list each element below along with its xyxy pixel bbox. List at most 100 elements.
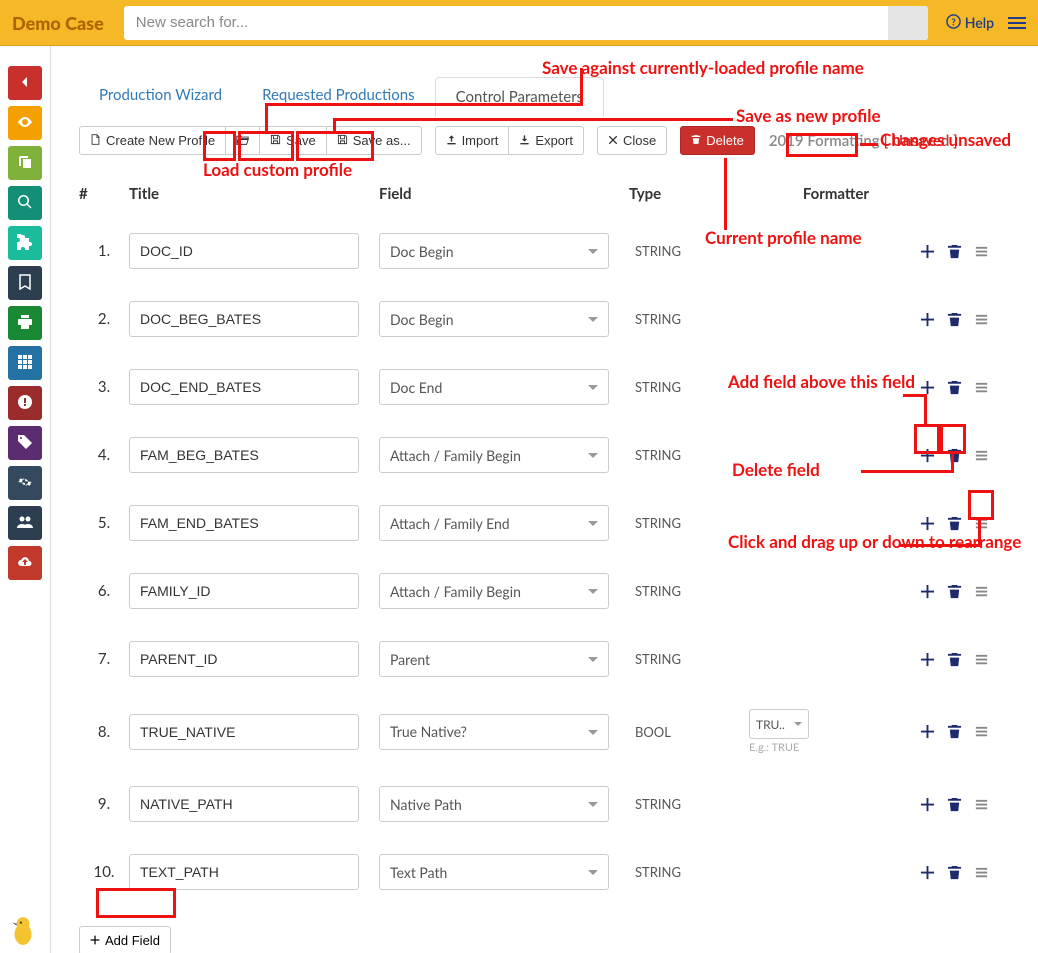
drag-handle[interactable]	[974, 244, 989, 259]
add-above-button[interactable]	[920, 865, 935, 880]
add-above-button[interactable]	[920, 448, 935, 463]
delete-button[interactable]: Delete	[680, 126, 755, 155]
import-button[interactable]: Import	[435, 126, 510, 155]
delete-row-button[interactable]	[947, 584, 962, 599]
title-input[interactable]	[129, 505, 359, 541]
add-field-button[interactable]: Add Field	[79, 926, 171, 953]
title-input[interactable]	[129, 786, 359, 822]
title-input[interactable]	[129, 369, 359, 405]
trash-icon	[947, 797, 962, 812]
users-icon	[17, 514, 33, 533]
tab-control-parameters[interactable]: Control Parameters	[435, 77, 604, 117]
field-select[interactable]: Doc End	[379, 369, 609, 405]
save-button[interactable]: Save	[259, 126, 327, 155]
tab-requested-productions[interactable]: Requested Productions	[242, 76, 435, 116]
title-input[interactable]	[129, 437, 359, 473]
field-select[interactable]: Doc Begin	[379, 233, 609, 269]
rows-container: 1. Doc Begin STRING 2. Doc Begin STRING …	[79, 217, 1018, 906]
trash-icon	[947, 380, 962, 395]
drag-handle[interactable]	[974, 652, 989, 667]
rail-tag-button[interactable]	[8, 426, 42, 460]
type-label: STRING	[629, 651, 749, 667]
table-row: 8. True Native? BOOL TRU.. E.g.: TRUE	[79, 693, 1018, 770]
drag-handle[interactable]	[974, 865, 989, 880]
delete-row-button[interactable]	[947, 652, 962, 667]
add-above-button[interactable]	[920, 724, 935, 739]
type-label: STRING	[629, 311, 749, 327]
rail-back-button[interactable]	[8, 66, 42, 100]
rail-copy-button[interactable]	[8, 146, 42, 180]
add-above-button[interactable]	[920, 312, 935, 327]
drag-handle[interactable]	[974, 724, 989, 739]
menu-button[interactable]	[1008, 14, 1026, 32]
delete-row-button[interactable]	[947, 312, 962, 327]
add-above-button[interactable]	[920, 244, 935, 259]
field-select[interactable]: Attach / Family Begin	[379, 573, 609, 609]
drag-handle[interactable]	[974, 797, 989, 812]
rail-gear-button[interactable]	[8, 466, 42, 500]
table-row: 7. Parent STRING	[79, 625, 1018, 693]
rail-grid-button[interactable]	[8, 346, 42, 380]
delete-row-button[interactable]	[947, 244, 962, 259]
export-button[interactable]: Export	[508, 126, 584, 155]
add-above-button[interactable]	[920, 380, 935, 395]
drag-handle[interactable]	[974, 312, 989, 327]
rail-search-button[interactable]	[8, 186, 42, 220]
field-select[interactable]: Attach / Family End	[379, 505, 609, 541]
search-button[interactable]	[888, 6, 928, 40]
title-input[interactable]	[129, 573, 359, 609]
field-select[interactable]: Attach / Family Begin	[379, 437, 609, 473]
add-above-button[interactable]	[920, 652, 935, 667]
rail-users-button[interactable]	[8, 506, 42, 540]
rail-puzzle-button[interactable]	[8, 226, 42, 260]
title-input[interactable]	[129, 854, 359, 890]
rail-print-button[interactable]	[8, 306, 42, 340]
field-select[interactable]: Parent	[379, 641, 609, 677]
col-num: #	[79, 185, 129, 203]
add-above-button[interactable]	[920, 516, 935, 531]
formatter-select[interactable]: TRU..	[749, 709, 809, 739]
delete-row-button[interactable]	[947, 380, 962, 395]
add-above-button[interactable]	[920, 584, 935, 599]
formatter-cell: TRU.. E.g.: TRUE	[749, 709, 879, 754]
title-input[interactable]	[129, 233, 359, 269]
title-input[interactable]	[129, 641, 359, 677]
drag-handle[interactable]	[974, 584, 989, 599]
tab-production-wizard[interactable]: Production Wizard	[79, 76, 242, 116]
delete-row-button[interactable]	[947, 724, 962, 739]
saveas-button[interactable]: Save as...	[326, 126, 422, 155]
rail-upload-button[interactable]	[8, 546, 42, 580]
create-profile-button[interactable]: Create New Profile	[79, 126, 226, 155]
table-row: 10. Text Path STRING	[79, 838, 1018, 906]
field-select[interactable]: Text Path	[379, 854, 609, 890]
delete-row-button[interactable]	[947, 516, 962, 531]
rail-alert-button[interactable]	[8, 386, 42, 420]
add-above-button[interactable]	[920, 797, 935, 812]
drag-handle[interactable]	[974, 448, 989, 463]
help-link[interactable]: ? Help	[946, 14, 994, 32]
delete-label: Delete	[706, 133, 744, 148]
rail-bookmark-button[interactable]	[8, 266, 42, 300]
delete-row-button[interactable]	[947, 865, 962, 880]
title-input[interactable]	[129, 301, 359, 337]
delete-row-button[interactable]	[947, 797, 962, 812]
col-formatter: Formatter	[749, 185, 879, 203]
print-icon	[17, 314, 33, 333]
field-select[interactable]: True Native?	[379, 714, 609, 750]
trash-icon	[947, 448, 962, 463]
menu-icon	[1008, 17, 1026, 29]
drag-handle[interactable]	[974, 380, 989, 395]
delete-row-button[interactable]	[947, 448, 962, 463]
rail-eye-button[interactable]	[8, 106, 42, 140]
field-select[interactable]: Native Path	[379, 786, 609, 822]
search-input[interactable]	[124, 6, 928, 40]
close-button[interactable]: Close	[597, 126, 667, 155]
trash-icon	[947, 652, 962, 667]
plus-icon	[920, 448, 935, 463]
drag-handle[interactable]	[974, 516, 989, 531]
title-input[interactable]	[129, 714, 359, 750]
save-label: Save	[286, 133, 316, 148]
field-select[interactable]: Doc Begin	[379, 301, 609, 337]
help-label: Help	[965, 14, 994, 31]
open-profile-button[interactable]	[225, 126, 260, 155]
